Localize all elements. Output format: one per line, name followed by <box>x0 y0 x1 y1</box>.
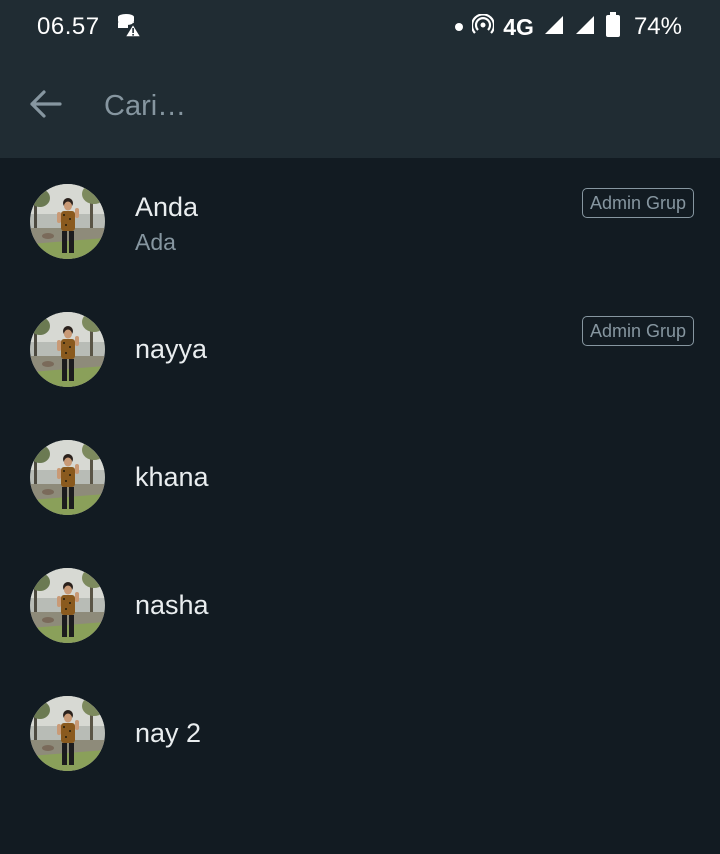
search-input[interactable] <box>104 81 664 131</box>
status-time: 06.57 <box>37 13 100 40</box>
member-name: nayya <box>135 334 208 364</box>
list-item[interactable]: khana <box>0 414 720 542</box>
hotspot-icon <box>471 12 496 41</box>
signal-icon <box>574 14 596 41</box>
list-item[interactable]: nasha <box>0 542 720 670</box>
member-list: Anda Ada Admin Grup nayya Admin Grup kha… <box>0 158 720 798</box>
avatar[interactable] <box>30 696 105 771</box>
battery-percent: 74% <box>633 13 682 40</box>
network-type: 4G <box>503 13 534 40</box>
signal-icon <box>543 14 565 41</box>
arrow-left-icon <box>28 89 62 124</box>
list-item[interactable]: nay 2 <box>0 670 720 798</box>
status-bar: 06.57 4G 74% <box>0 0 720 54</box>
database-warning-icon <box>116 12 142 43</box>
avatar[interactable] <box>30 440 105 515</box>
avatar[interactable] <box>30 568 105 643</box>
member-status: Ada <box>135 229 176 255</box>
list-item[interactable]: Anda Ada Admin Grup <box>0 158 720 286</box>
search-bar <box>0 54 720 158</box>
notification-dot-icon <box>455 23 464 31</box>
back-button[interactable] <box>20 81 70 131</box>
list-item[interactable]: nayya Admin Grup <box>0 286 720 414</box>
member-name: Anda <box>135 192 199 222</box>
admin-badge: Admin Grup <box>581 316 694 346</box>
admin-badge: Admin Grup <box>581 188 694 218</box>
battery-icon <box>605 11 621 43</box>
member-name: nay 2 <box>135 718 202 748</box>
member-name: khana <box>135 462 209 492</box>
avatar[interactable] <box>30 312 105 387</box>
avatar[interactable] <box>30 184 105 259</box>
member-name: nasha <box>135 590 209 620</box>
